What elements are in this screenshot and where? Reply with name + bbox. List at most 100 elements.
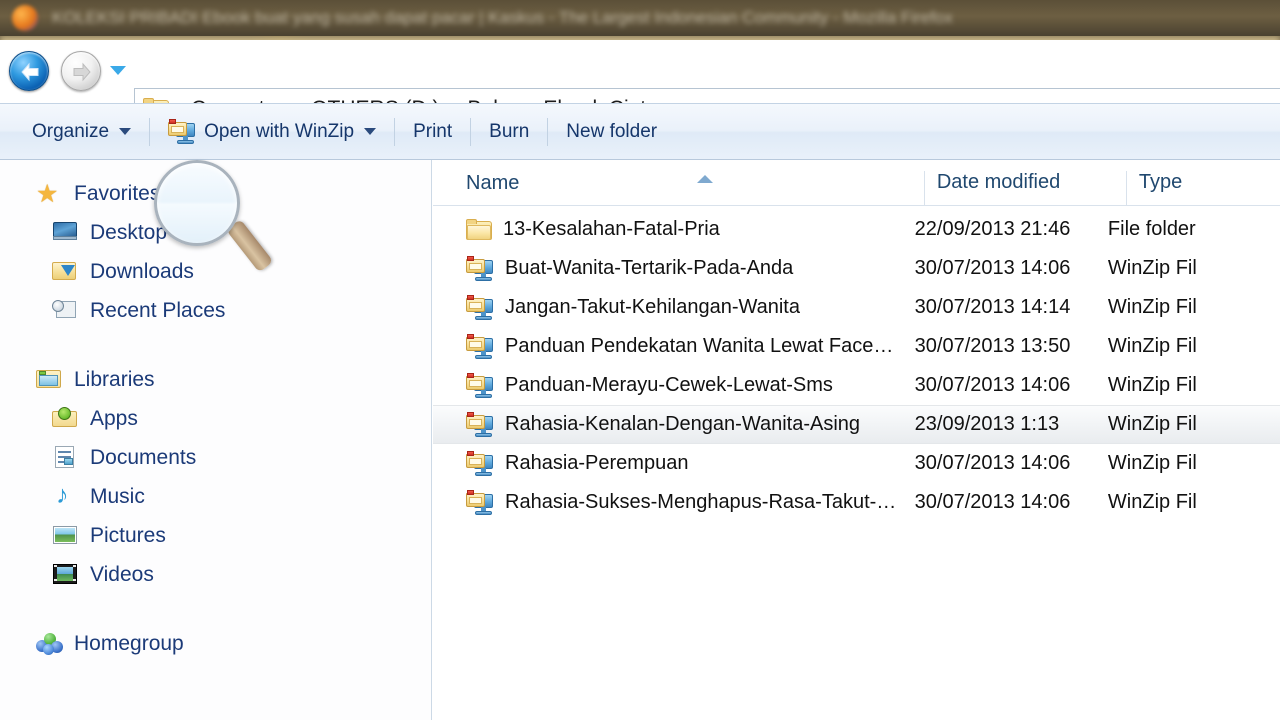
sidebar-item-music[interactable]: ♪ Music [0,477,431,516]
table-row[interactable]: Panduan-Merayu-Cewek-Lewat-Sms 30/07/201… [433,366,1280,405]
sidebar-item-downloads-label: Downloads [90,259,194,283]
open-with-winzip-button[interactable]: Open with WinZip [154,114,390,150]
column-header-type-label: Type [1138,171,1183,193]
file-date: 30/07/2013 14:06 [914,452,1071,474]
file-name-cell: Panduan Pendekatan Wanita Lewat Face… [433,333,903,360]
toolbar-divider [547,117,549,146]
winzip-file-icon [466,411,494,438]
column-header-date-modified[interactable]: Date modified [923,171,1126,205]
nav-group-favorites[interactable]: ★ Favorites [0,174,431,213]
table-row[interactable]: 13-Kesalahan-Fatal-Pria 22/09/2013 21:46… [433,210,1280,249]
content-area: ★ Favorites Desktop Downloads Recent Pla… [0,160,1280,720]
new-folder-button[interactable]: New folder [552,114,671,150]
background-window-titlebar: KOLEKSI PRIBADI Ebook buat yang susah da… [0,0,1280,36]
star-icon: ★ [36,179,59,208]
documents-icon [52,445,78,470]
file-type: WinZip Fil [1107,257,1197,279]
table-row[interactable]: Rahasia-Kenalan-Dengan-Wanita-Asing 23/0… [433,405,1280,444]
file-date: 30/07/2013 14:06 [914,257,1071,279]
nav-group-libraries-label: Libraries [74,367,155,391]
screen: KOLEKSI PRIBADI Ebook buat yang susah da… [0,0,1280,720]
toolbar-divider [394,117,396,146]
address-bar: Computer OTHERS (D:) Buku Ebook Cinta [0,40,1280,130]
folder-icon [466,218,492,241]
file-date: 30/07/2013 14:06 [914,491,1071,513]
forward-button[interactable] [61,51,101,91]
file-name: Panduan Pendekatan Wanita Lewat Face… [505,335,894,357]
file-name-cell: Buat-Wanita-Tertarik-Pada-Anda [433,255,903,282]
file-name-cell: Rahasia-Perempuan [433,450,903,477]
apps-icon [52,406,78,431]
background-window-title: KOLEKSI PRIBADI Ebook buat yang susah da… [52,8,953,27]
print-button[interactable]: Print [399,114,466,150]
sidebar-item-pictures-label: Pictures [90,523,166,547]
column-header-date-modified-label: Date modified [936,171,1061,193]
sidebar-item-videos[interactable]: Videos [0,555,431,594]
homegroup-icon [36,632,63,656]
column-header-name-label: Name [466,172,520,194]
sidebar-item-recent-places[interactable]: Recent Places [0,291,431,330]
file-name: Rahasia-Kenalan-Dengan-Wanita-Asing [505,413,861,435]
chevron-down-icon [119,128,132,135]
libraries-icon [36,368,62,392]
sidebar-item-desktop[interactable]: Desktop [0,213,431,252]
print-label: Print [413,120,453,142]
sidebar-item-downloads[interactable]: Downloads [0,252,431,291]
recent-places-icon [52,299,78,323]
file-type: WinZip Fil [1107,374,1197,396]
file-name: Panduan-Merayu-Cewek-Lewat-Sms [505,374,833,396]
file-name-cell: Rahasia-Kenalan-Dengan-Wanita-Asing [433,411,903,438]
nav-group-homegroup[interactable]: Homegroup [0,624,431,663]
recent-pages-dropdown-icon[interactable] [110,66,126,75]
organize-button[interactable]: Organize [18,114,145,150]
chevron-down-icon [364,128,377,135]
column-headers: Name Date modified Type [433,160,1280,206]
command-toolbar: Organize Open with WinZip Print Burn New… [0,103,1280,160]
table-row[interactable]: Panduan Pendekatan Wanita Lewat Face… 30… [433,327,1280,366]
file-name-cell: Jangan-Takut-Kehilangan-Wanita [433,294,903,321]
file-date: 23/09/2013 1:13 [914,413,1060,435]
file-type: WinZip Fil [1107,413,1197,435]
sidebar-item-pictures[interactable]: Pictures [0,516,431,555]
file-date: 22/09/2013 21:46 [914,218,1071,240]
sidebar-item-apps-label: Apps [90,406,138,430]
firefox-icon [12,5,38,31]
file-name: Buat-Wanita-Tertarik-Pada-Anda [505,257,794,279]
column-header-name[interactable]: Name [433,172,924,205]
music-icon: ♪ [56,480,69,509]
file-name: Rahasia-Perempuan [505,452,689,474]
file-type: WinZip Fil [1107,296,1197,318]
sidebar-item-apps[interactable]: Apps [0,399,431,438]
file-name: 13-Kesalahan-Fatal-Pria [503,218,720,240]
winzip-file-icon [466,333,494,360]
back-button[interactable] [9,51,49,91]
file-name: Rahasia-Sukses-Menghapus-Rasa-Takut-… [505,491,897,513]
file-name-cell: 13-Kesalahan-Fatal-Pria [433,218,903,241]
file-name: Jangan-Takut-Kehilangan-Wanita [505,296,800,318]
file-type: WinZip Fil [1107,335,1197,357]
nav-group-libraries[interactable]: Libraries [0,360,431,399]
table-row[interactable]: Buat-Wanita-Tertarik-Pada-Anda 30/07/201… [433,249,1280,288]
winzip-file-icon [466,450,494,477]
sidebar-item-documents-label: Documents [90,445,197,469]
file-date: 30/07/2013 14:14 [914,296,1071,318]
file-list-pane: Name Date modified Type 13-Kesalahan-Fat… [433,160,1280,720]
downloads-icon [52,260,78,284]
table-row[interactable]: Jangan-Takut-Kehilangan-Wanita 30/07/201… [433,288,1280,327]
column-header-type[interactable]: Type [1125,171,1280,205]
winzip-file-icon [466,294,494,321]
pictures-icon [52,524,78,548]
file-name-cell: Panduan-Merayu-Cewek-Lewat-Sms [433,372,903,399]
table-row[interactable]: Rahasia-Sukses-Menghapus-Rasa-Takut-… 30… [433,483,1280,522]
burn-label: Burn [489,120,530,142]
burn-button[interactable]: Burn [475,114,543,150]
toolbar-divider [470,117,472,146]
winzip-file-icon [466,372,494,399]
table-row[interactable]: Rahasia-Perempuan 30/07/2013 14:06 WinZi… [433,444,1280,483]
sidebar-item-documents[interactable]: Documents [0,438,431,477]
navigation-pane: ★ Favorites Desktop Downloads Recent Pla… [0,160,432,720]
file-date: 30/07/2013 14:06 [914,374,1071,396]
file-date: 30/07/2013 13:50 [914,335,1071,357]
winzip-file-icon [466,255,494,282]
